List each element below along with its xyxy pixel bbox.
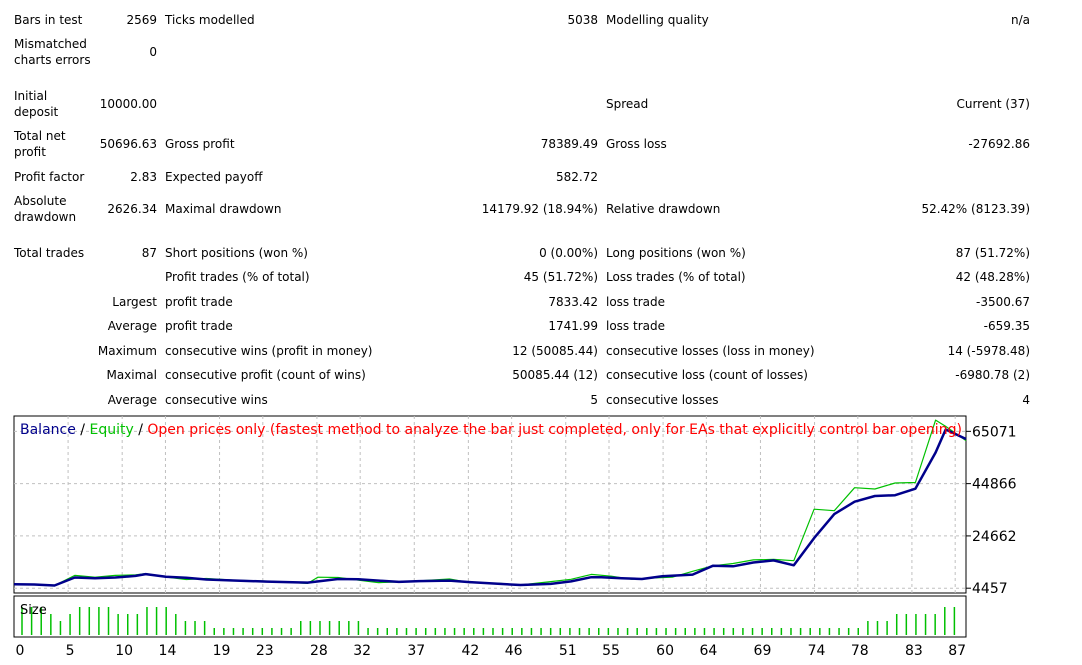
x-tick-label: 37 bbox=[407, 643, 425, 659]
maximal-drawdown-label: Maximal drawdown bbox=[165, 202, 282, 216]
main-plot-frame bbox=[13, 415, 967, 594]
long-positions-value: 87 (51.72%) bbox=[955, 246, 1030, 260]
x-tick-label: 60 bbox=[656, 643, 674, 659]
profit-factor-value: 2.83 bbox=[130, 170, 157, 184]
maximal-drawdown-value: 14179.92 (18.94%) bbox=[481, 202, 598, 216]
balance-equity-chart: 65071 44866 24662 4457 0 5 10 14 19 23 28 32 37 42 46… bbox=[0, 413, 1082, 662]
mismatched-value: 0 bbox=[149, 45, 157, 59]
legend-sep1: / bbox=[76, 422, 90, 438]
maximal-cons-loss-label: consecutive loss (count of losses) bbox=[606, 368, 808, 382]
ticks-modelled-value: 5038 bbox=[567, 13, 598, 27]
average-label: Average bbox=[107, 319, 157, 333]
absolute-drawdown-label: Absolute drawdown bbox=[14, 194, 77, 224]
legend-balance: Balance bbox=[20, 422, 76, 438]
chart-legend: Balance / Equity / Open prices only (fas… bbox=[20, 422, 962, 438]
total-trades-value: 87 bbox=[141, 246, 157, 260]
y-tick-label: 4457 bbox=[972, 581, 1008, 597]
bars-in-test-value: 2569 bbox=[126, 13, 157, 27]
legend-sep2: / bbox=[134, 422, 148, 438]
x-axis: 0 5 10 14 19 23 28 32 37 42 46 51 55 60 64 69 74 78 83 87 bbox=[16, 643, 967, 659]
maximal-label: Maximal bbox=[106, 368, 157, 382]
average2-label: Average bbox=[107, 393, 157, 407]
largest-loss-label: loss trade bbox=[606, 295, 665, 309]
avg-cons-losses-value: 4 bbox=[1022, 393, 1030, 407]
maximal-cons-loss-value: -6980.78 (2) bbox=[955, 368, 1030, 382]
max-cons-wins-value: 12 (50085.44) bbox=[512, 344, 598, 358]
x-tick-label: 46 bbox=[505, 643, 523, 659]
profit-factor-label: Profit factor bbox=[14, 170, 85, 184]
relative-drawdown-label: Relative drawdown bbox=[606, 202, 721, 216]
total-net-profit-value: 50696.63 bbox=[99, 137, 157, 151]
average-profit-label: profit trade bbox=[165, 319, 233, 333]
long-positions-label: Long positions (won %) bbox=[606, 246, 746, 260]
gross-loss-value: -27692.86 bbox=[968, 137, 1030, 151]
avg-cons-wins-value: 5 bbox=[590, 393, 598, 407]
x-tick-label: 10 bbox=[115, 643, 133, 659]
spread-value: Current (37) bbox=[956, 97, 1030, 111]
bars-in-test-label: Bars in test bbox=[14, 13, 83, 27]
max-cons-losses-label: consecutive losses (loss in money) bbox=[606, 344, 815, 358]
x-tick-label: 42 bbox=[461, 643, 479, 659]
size-label: Size bbox=[20, 603, 47, 618]
profit-trades-label: Profit trades (% of total) bbox=[165, 270, 310, 284]
loss-trades-value: 42 (48.28%) bbox=[955, 270, 1030, 284]
x-tick-label: 0 bbox=[16, 643, 25, 659]
total-net-profit-label: Total net profit bbox=[14, 129, 66, 159]
x-tick-label: 51 bbox=[559, 643, 577, 659]
x-tick-label: 14 bbox=[159, 643, 177, 659]
largest-loss-value: -3500.67 bbox=[976, 295, 1030, 309]
maximal-cons-profit-value: 50085.44 (12) bbox=[512, 368, 598, 382]
max-cons-losses-value: 14 (-5978.48) bbox=[947, 344, 1030, 358]
chart-svg: 65071 44866 24662 4457 0 5 10 14 19 23 28 32 37 42 46… bbox=[13, 415, 1017, 659]
profit-trades-value: 45 (51.72%) bbox=[523, 270, 598, 284]
largest-label: Largest bbox=[112, 295, 157, 309]
largest-profit-label: profit trade bbox=[165, 295, 233, 309]
gross-profit-label: Gross profit bbox=[165, 137, 235, 151]
max-cons-wins-label: consecutive wins (profit in money) bbox=[165, 344, 373, 358]
y-axis: 65071 44866 24662 4457 bbox=[966, 424, 1017, 597]
x-tick-label: 78 bbox=[851, 643, 869, 659]
ticks-modelled-label: Ticks modelled bbox=[165, 13, 255, 27]
expected-payoff-value: 582.72 bbox=[556, 170, 598, 184]
x-tick-label: 5 bbox=[66, 643, 75, 659]
x-tick-label: 64 bbox=[699, 643, 717, 659]
x-tick-label: 87 bbox=[948, 643, 966, 659]
legend-mode: Open prices only (fastest method to anal… bbox=[147, 422, 962, 438]
average-loss-label: loss trade bbox=[606, 319, 665, 333]
absolute-drawdown-value: 2626.34 bbox=[107, 202, 157, 216]
x-tick-label: 19 bbox=[213, 643, 231, 659]
maximal-cons-profit-label: consecutive profit (count of wins) bbox=[165, 368, 366, 382]
loss-trades-label: Loss trades (% of total) bbox=[606, 270, 746, 284]
x-tick-label: 83 bbox=[905, 643, 923, 659]
short-positions-label: Short positions (won %) bbox=[165, 246, 308, 260]
modelling-quality-value: n/a bbox=[1010, 13, 1030, 27]
gross-loss-label: Gross loss bbox=[606, 137, 667, 151]
maximum-label: Maximum bbox=[97, 344, 157, 358]
modelling-quality-label: Modelling quality bbox=[606, 13, 709, 27]
average-profit-value: 1741.99 bbox=[548, 319, 598, 333]
total-trades-label: Total trades bbox=[14, 246, 85, 260]
x-tick-label: 32 bbox=[353, 643, 371, 659]
y-tick-label: 44866 bbox=[972, 477, 1017, 493]
largest-profit-value: 7833.42 bbox=[548, 295, 598, 309]
expected-payoff-label: Expected payoff bbox=[165, 170, 263, 184]
initial-deposit-value: 10000.00 bbox=[99, 97, 157, 111]
x-tick-label: 69 bbox=[754, 643, 772, 659]
short-positions-value: 0 (0.00%) bbox=[539, 246, 598, 260]
legend-equity: Equity bbox=[89, 422, 133, 438]
initial-deposit-label: Initial deposit bbox=[14, 89, 59, 119]
x-tick-label: 28 bbox=[310, 643, 328, 659]
avg-cons-wins-label: consecutive wins bbox=[165, 393, 268, 407]
spread-label: Spread bbox=[606, 97, 649, 111]
mismatched-label: Mismatched charts errors bbox=[14, 37, 91, 67]
x-tick-label: 23 bbox=[256, 643, 274, 659]
gross-profit-value: 78389.49 bbox=[540, 137, 598, 151]
y-tick-label: 24662 bbox=[972, 529, 1017, 545]
x-tick-label: 74 bbox=[808, 643, 826, 659]
relative-drawdown-value: 52.42% (8123.39) bbox=[921, 202, 1030, 216]
average-loss-value: -659.35 bbox=[983, 319, 1030, 333]
y-tick-label: 65071 bbox=[972, 424, 1017, 440]
x-tick-label: 55 bbox=[602, 643, 620, 659]
avg-cons-losses-label: consecutive losses bbox=[606, 393, 719, 407]
